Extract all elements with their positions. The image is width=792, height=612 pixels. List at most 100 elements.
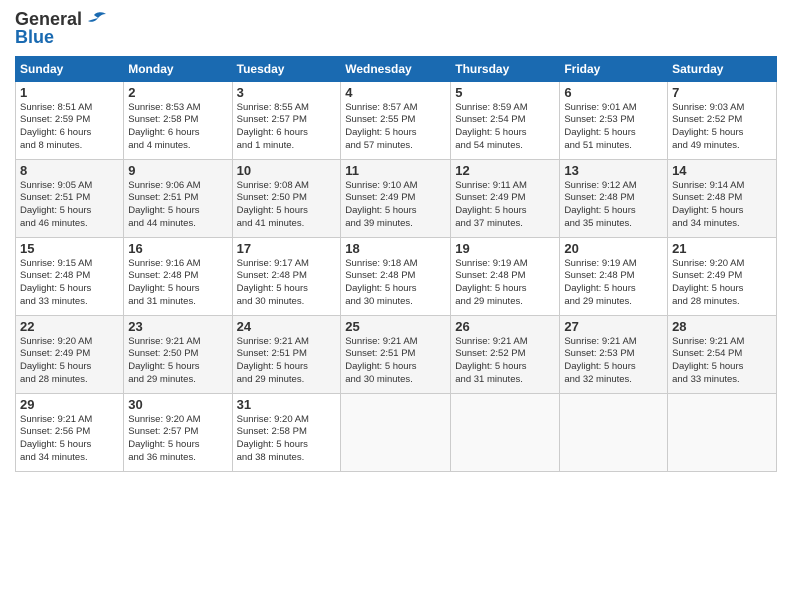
day-number: 22 bbox=[20, 319, 119, 334]
day-detail: Sunrise: 9:20 AM Sunset: 2:58 PM Dayligh… bbox=[237, 414, 337, 465]
calendar-header-row: Sunday Monday Tuesday Wednesday Thursday… bbox=[16, 56, 777, 81]
calendar-cell: 28 Sunrise: 9:21 AM Sunset: 2:54 PM Dayli… bbox=[668, 315, 777, 393]
calendar-cell: 16 Sunrise: 9:16 AM Sunset: 2:48 PM Dayli… bbox=[124, 237, 232, 315]
day-detail: Sunrise: 9:08 AM Sunset: 2:50 PM Dayligh… bbox=[237, 180, 337, 231]
calendar-cell: 13 Sunrise: 9:12 AM Sunset: 2:48 PM Dayli… bbox=[560, 159, 668, 237]
day-number: 23 bbox=[128, 319, 227, 334]
day-number: 21 bbox=[672, 241, 772, 256]
day-detail: Sunrise: 9:17 AM Sunset: 2:48 PM Dayligh… bbox=[237, 258, 337, 309]
day-detail: Sunrise: 9:20 AM Sunset: 2:49 PM Dayligh… bbox=[672, 258, 772, 309]
day-detail: Sunrise: 9:21 AM Sunset: 2:53 PM Dayligh… bbox=[564, 336, 663, 387]
calendar-cell: 14Sunrise: 9:14 AM Sunset: 2:48 PM Dayli… bbox=[668, 159, 777, 237]
day-detail: Sunrise: 9:01 AM Sunset: 2:53 PM Dayligh… bbox=[564, 102, 663, 153]
day-number: 24 bbox=[237, 319, 337, 334]
day-number: 3 bbox=[237, 85, 337, 100]
day-detail: Sunrise: 8:55 AM Sunset: 2:57 PM Dayligh… bbox=[237, 102, 337, 153]
calendar-week-row: 1 Sunrise: 8:51 AM Sunset: 2:59 PM Daylig… bbox=[16, 81, 777, 159]
day-detail: Sunrise: 9:21 AM Sunset: 2:54 PM Dayligh… bbox=[672, 336, 772, 387]
day-number: 27 bbox=[564, 319, 663, 334]
day-number: 7 bbox=[672, 85, 772, 100]
calendar-week-row: 8 Sunrise: 9:05 AM Sunset: 2:51 PM Daylig… bbox=[16, 159, 777, 237]
day-detail: Sunrise: 9:05 AM Sunset: 2:51 PM Dayligh… bbox=[20, 180, 119, 231]
day-number: 31 bbox=[237, 397, 337, 412]
page-header: General Blue bbox=[15, 10, 777, 48]
day-number: 5 bbox=[455, 85, 555, 100]
day-detail: Sunrise: 9:06 AM Sunset: 2:51 PM Dayligh… bbox=[128, 180, 227, 231]
day-number: 8 bbox=[20, 163, 119, 178]
day-number: 14 bbox=[672, 163, 772, 178]
day-detail: Sunrise: 9:15 AM Sunset: 2:48 PM Dayligh… bbox=[20, 258, 119, 309]
calendar-cell: 1 Sunrise: 8:51 AM Sunset: 2:59 PM Daylig… bbox=[16, 81, 124, 159]
day-number: 17 bbox=[237, 241, 337, 256]
day-detail: Sunrise: 9:21 AM Sunset: 2:52 PM Dayligh… bbox=[455, 336, 555, 387]
day-number: 18 bbox=[345, 241, 446, 256]
day-detail: Sunrise: 9:20 AM Sunset: 2:49 PM Dayligh… bbox=[20, 336, 119, 387]
day-number: 10 bbox=[237, 163, 337, 178]
day-detail: Sunrise: 8:57 AM Sunset: 2:55 PM Dayligh… bbox=[345, 102, 446, 153]
calendar-week-row: 22 Sunrise: 9:20 AM Sunset: 2:49 PM Dayli… bbox=[16, 315, 777, 393]
col-thursday: Thursday bbox=[451, 56, 560, 81]
calendar-cell bbox=[341, 393, 451, 471]
day-detail: Sunrise: 9:12 AM Sunset: 2:48 PM Dayligh… bbox=[564, 180, 663, 231]
calendar-table: Sunday Monday Tuesday Wednesday Thursday… bbox=[15, 56, 777, 472]
calendar-cell: 19 Sunrise: 9:19 AM Sunset: 2:48 PM Dayli… bbox=[451, 237, 560, 315]
calendar-cell: 15 Sunrise: 9:15 AM Sunset: 2:48 PM Dayli… bbox=[16, 237, 124, 315]
day-detail: Sunrise: 9:11 AM Sunset: 2:49 PM Dayligh… bbox=[455, 180, 555, 231]
logo: General Blue bbox=[15, 10, 106, 48]
calendar-week-row: 15 Sunrise: 9:15 AM Sunset: 2:48 PM Dayli… bbox=[16, 237, 777, 315]
day-number: 6 bbox=[564, 85, 663, 100]
day-detail: Sunrise: 9:16 AM Sunset: 2:48 PM Dayligh… bbox=[128, 258, 227, 309]
calendar-cell: 2 Sunrise: 8:53 AM Sunset: 2:58 PM Daylig… bbox=[124, 81, 232, 159]
calendar-cell: 30Sunrise: 9:20 AM Sunset: 2:57 PM Dayli… bbox=[124, 393, 232, 471]
day-number: 16 bbox=[128, 241, 227, 256]
calendar-cell: 10 Sunrise: 9:08 AM Sunset: 2:50 PM Dayli… bbox=[232, 159, 341, 237]
day-number: 2 bbox=[128, 85, 227, 100]
day-detail: Sunrise: 9:18 AM Sunset: 2:48 PM Dayligh… bbox=[345, 258, 446, 309]
calendar-cell: 6 Sunrise: 9:01 AM Sunset: 2:53 PM Daylig… bbox=[560, 81, 668, 159]
col-saturday: Saturday bbox=[668, 56, 777, 81]
calendar-cell: 22 Sunrise: 9:20 AM Sunset: 2:49 PM Dayli… bbox=[16, 315, 124, 393]
calendar-cell: 31 Sunrise: 9:20 AM Sunset: 2:58 PM Dayli… bbox=[232, 393, 341, 471]
calendar-cell bbox=[560, 393, 668, 471]
calendar-week-row: 29 Sunrise: 9:21 AM Sunset: 2:56 PM Dayli… bbox=[16, 393, 777, 471]
day-number: 19 bbox=[455, 241, 555, 256]
day-detail: Sunrise: 9:19 AM Sunset: 2:48 PM Dayligh… bbox=[455, 258, 555, 309]
day-detail: Sunrise: 9:21 AM Sunset: 2:50 PM Dayligh… bbox=[128, 336, 227, 387]
day-detail: Sunrise: 8:53 AM Sunset: 2:58 PM Dayligh… bbox=[128, 102, 227, 153]
calendar-cell bbox=[451, 393, 560, 471]
calendar-cell: 17 Sunrise: 9:17 AM Sunset: 2:48 PM Dayli… bbox=[232, 237, 341, 315]
calendar-cell: 24 Sunrise: 9:21 AM Sunset: 2:51 PM Dayli… bbox=[232, 315, 341, 393]
day-number: 12 bbox=[455, 163, 555, 178]
day-detail: Sunrise: 9:21 AM Sunset: 2:56 PM Dayligh… bbox=[20, 414, 119, 465]
calendar-cell: 8 Sunrise: 9:05 AM Sunset: 2:51 PM Daylig… bbox=[16, 159, 124, 237]
calendar-cell: 20Sunrise: 9:19 AM Sunset: 2:48 PM Dayli… bbox=[560, 237, 668, 315]
logo-bird-icon bbox=[84, 11, 106, 29]
day-number: 11 bbox=[345, 163, 446, 178]
calendar-cell: 21 Sunrise: 9:20 AM Sunset: 2:49 PM Dayli… bbox=[668, 237, 777, 315]
day-detail: Sunrise: 8:59 AM Sunset: 2:54 PM Dayligh… bbox=[455, 102, 555, 153]
day-detail: Sunrise: 8:51 AM Sunset: 2:59 PM Dayligh… bbox=[20, 102, 119, 153]
day-number: 4 bbox=[345, 85, 446, 100]
calendar-cell: 26 Sunrise: 9:21 AM Sunset: 2:52 PM Dayli… bbox=[451, 315, 560, 393]
calendar-cell: 11Sunrise: 9:10 AM Sunset: 2:49 PM Dayli… bbox=[341, 159, 451, 237]
calendar-cell: 9 Sunrise: 9:06 AM Sunset: 2:51 PM Daylig… bbox=[124, 159, 232, 237]
calendar-cell: 25Sunrise: 9:21 AM Sunset: 2:51 PM Dayli… bbox=[341, 315, 451, 393]
day-number: 9 bbox=[128, 163, 227, 178]
calendar-cell: 23 Sunrise: 9:21 AM Sunset: 2:50 PM Dayli… bbox=[124, 315, 232, 393]
day-number: 29 bbox=[20, 397, 119, 412]
calendar-cell: 29 Sunrise: 9:21 AM Sunset: 2:56 PM Dayli… bbox=[16, 393, 124, 471]
day-detail: Sunrise: 9:21 AM Sunset: 2:51 PM Dayligh… bbox=[237, 336, 337, 387]
day-number: 26 bbox=[455, 319, 555, 334]
calendar-cell: 18 Sunrise: 9:18 AM Sunset: 2:48 PM Dayli… bbox=[341, 237, 451, 315]
day-number: 28 bbox=[672, 319, 772, 334]
col-tuesday: Tuesday bbox=[232, 56, 341, 81]
day-number: 1 bbox=[20, 85, 119, 100]
day-detail: Sunrise: 9:19 AM Sunset: 2:48 PM Dayligh… bbox=[564, 258, 663, 309]
col-friday: Friday bbox=[560, 56, 668, 81]
calendar-cell: 4 Sunrise: 8:57 AM Sunset: 2:55 PM Daylig… bbox=[341, 81, 451, 159]
day-number: 15 bbox=[20, 241, 119, 256]
calendar-cell: 27 Sunrise: 9:21 AM Sunset: 2:53 PM Dayli… bbox=[560, 315, 668, 393]
logo-blue-text: Blue bbox=[15, 28, 54, 48]
day-detail: Sunrise: 9:20 AM Sunset: 2:57 PM Dayligh… bbox=[128, 414, 227, 465]
day-number: 13 bbox=[564, 163, 663, 178]
